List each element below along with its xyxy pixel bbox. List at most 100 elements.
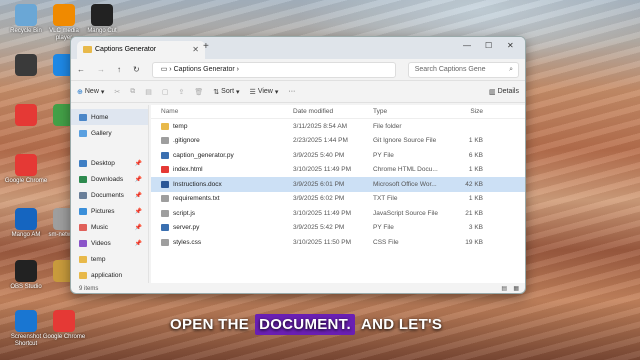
file-size: 3 KB	[468, 224, 483, 232]
search-placeholder: Search Captions Gene	[414, 65, 486, 73]
tiles-view-icon[interactable]: ▦	[513, 283, 519, 293]
search-input[interactable]: Search Captions Gene ⌕	[407, 61, 519, 78]
file-list: Name Date modified Type Size temp 3/11/20…	[151, 105, 525, 283]
file-type: CSS File	[373, 238, 399, 246]
column-header-name[interactable]: Name	[151, 108, 293, 115]
date-modified: 3/9/2025 6:02 PM	[293, 195, 345, 203]
video-caption: OPEN THE DOCUMENT. AND LET'S	[170, 312, 442, 336]
tab-captions-generator[interactable]: Captions Generator ✕	[77, 41, 205, 59]
sidebar-item-videos[interactable]: Videos 📌	[71, 235, 148, 251]
view-icon: ☰	[249, 88, 256, 96]
table-row[interactable]: caption_generator.py 3/9/2025 5:40 PM PY F…	[151, 148, 525, 163]
column-header-type[interactable]: Type	[373, 108, 443, 115]
sidebar-item-desktop[interactable]: Desktop 📌	[71, 155, 148, 171]
sidebar-item-application[interactable]: application	[71, 267, 148, 283]
desktop-icon[interactable]: Google Chrome	[4, 154, 48, 185]
share-icon[interactable]: ⇪	[179, 88, 185, 96]
view-button[interactable]: ☰ View ▾	[250, 88, 279, 96]
folder-icon	[79, 159, 87, 167]
up-arrow-icon[interactable]: ↑	[117, 65, 121, 74]
file-name: styles.css	[173, 238, 202, 246]
sidebar-item-downloads[interactable]: Downloads 📌	[71, 171, 148, 187]
file-icon	[161, 180, 169, 188]
breadcrumb-folder[interactable]: Captions Generator	[174, 66, 235, 73]
file-name-cell: index.html	[151, 166, 293, 174]
file-explorer-window: Captions Generator ✕ + — ☐ ✕ ← → ↑ ↻ ▭ ›…	[70, 36, 526, 294]
folder-icon	[79, 223, 87, 231]
sidebar-item-home[interactable]: Home	[71, 109, 148, 125]
copy-icon[interactable]: ⧉	[130, 88, 135, 96]
maximize-button[interactable]: ☐	[485, 41, 492, 50]
file-size: 1 KB	[468, 137, 483, 145]
details-button[interactable]: ▥ Details	[489, 88, 519, 96]
file-name: .gitignore	[173, 137, 200, 145]
title-bar: Captions Generator ✕ + — ☐ ✕	[71, 37, 525, 59]
close-tab-icon[interactable]: ✕	[192, 41, 199, 59]
desktop-icon[interactable]: Google Chrome	[42, 310, 86, 341]
table-row[interactable]: server.py 3/9/2025 5:42 PM PY File 3 KB	[151, 221, 525, 236]
details-view-icon[interactable]: ▤	[501, 283, 507, 293]
desktop-icon[interactable]: Mango Cut	[80, 4, 124, 35]
pin-icon: 📌	[134, 208, 142, 215]
app-icon	[15, 4, 37, 26]
table-row[interactable]: .gitignore 2/23/2025 1:44 PM Git Ignore So…	[151, 134, 525, 149]
breadcrumb-separator: ›	[169, 65, 172, 73]
more-options-icon[interactable]: ···	[288, 88, 295, 95]
folder-icon	[79, 255, 87, 263]
paste-icon[interactable]: ▤	[145, 88, 152, 96]
date-modified: 3/10/2025 11:49 PM	[293, 209, 352, 217]
view-label: View	[257, 88, 273, 95]
sort-button[interactable]: ⇅ Sort ▾	[213, 88, 239, 96]
sidebar-item-label: Documents	[91, 191, 124, 199]
file-icon	[161, 151, 169, 159]
breadcrumb[interactable]: ▭ › Captions Generator ›	[151, 61, 396, 78]
table-row[interactable]: styles.css 3/10/2025 11:50 PM CSS File 19 K…	[151, 235, 525, 250]
plus-icon: ⊕	[77, 88, 83, 96]
rename-icon[interactable]: ▢	[162, 88, 169, 96]
new-button[interactable]: ⊕ New ▾	[77, 88, 104, 96]
sidebar-item-documents[interactable]: Documents 📌	[71, 187, 148, 203]
table-row[interactable]: requirements.txt 3/9/2025 6:02 PM TXT File…	[151, 192, 525, 207]
forward-arrow-icon[interactable]: →	[97, 65, 105, 74]
app-icon	[15, 208, 37, 230]
folder-icon	[79, 113, 87, 121]
table-row[interactable]: script.js 3/10/2025 11:49 PM JavaScript So…	[151, 206, 525, 221]
pin-icon: 📌	[134, 160, 142, 167]
column-header-date[interactable]: Date modified	[293, 108, 373, 115]
table-row[interactable]: temp 3/11/2025 8:54 AM File folder	[151, 119, 525, 134]
delete-icon[interactable]: 🗑	[194, 88, 203, 96]
sort-label: Sort	[221, 88, 235, 95]
file-name-cell: Instructions.docx	[151, 180, 293, 188]
folder-icon	[83, 46, 92, 53]
file-name: requirements.txt	[173, 195, 220, 203]
new-tab-button[interactable]: +	[203, 41, 209, 52]
status-bar: 9 items ▤ ▦	[71, 283, 525, 293]
pin-icon: 📌	[134, 176, 142, 183]
table-row[interactable]: Instructions.docx 3/9/2025 6:01 PM Microso…	[151, 177, 525, 192]
file-icon	[161, 137, 169, 145]
caption-highlight: DOCUMENT.	[255, 313, 355, 335]
minimize-button[interactable]: —	[463, 41, 471, 50]
sidebar-item-gallery[interactable]: Gallery	[71, 125, 148, 141]
file-size: 19 KB	[465, 238, 483, 246]
folder-icon	[79, 207, 87, 215]
file-type: Git Ignore Source File	[373, 137, 437, 145]
sidebar-item-label: Videos	[91, 239, 111, 247]
cut-icon[interactable]: ✂	[114, 88, 120, 96]
close-window-button[interactable]: ✕	[507, 41, 514, 50]
sidebar-item-pictures[interactable]: Pictures 📌	[71, 203, 148, 219]
table-row[interactable]: index.html 3/10/2025 11:49 PM Chrome HTML …	[151, 163, 525, 178]
file-type: JavaScript Source File	[373, 209, 439, 217]
folder-icon	[79, 175, 87, 183]
app-icon	[15, 154, 37, 176]
app-icon	[15, 104, 37, 126]
column-header-size[interactable]: Size	[443, 108, 483, 115]
refresh-icon[interactable]: ↻	[133, 65, 140, 74]
sidebar-item-temp[interactable]: temp	[71, 251, 148, 267]
sidebar-item-music[interactable]: Music 📌	[71, 219, 148, 235]
file-name-cell: server.py	[151, 224, 293, 232]
back-arrow-icon[interactable]: ←	[77, 65, 85, 74]
search-icon: ⌕	[509, 65, 513, 73]
app-icon	[15, 310, 37, 332]
file-name: temp	[173, 122, 188, 130]
